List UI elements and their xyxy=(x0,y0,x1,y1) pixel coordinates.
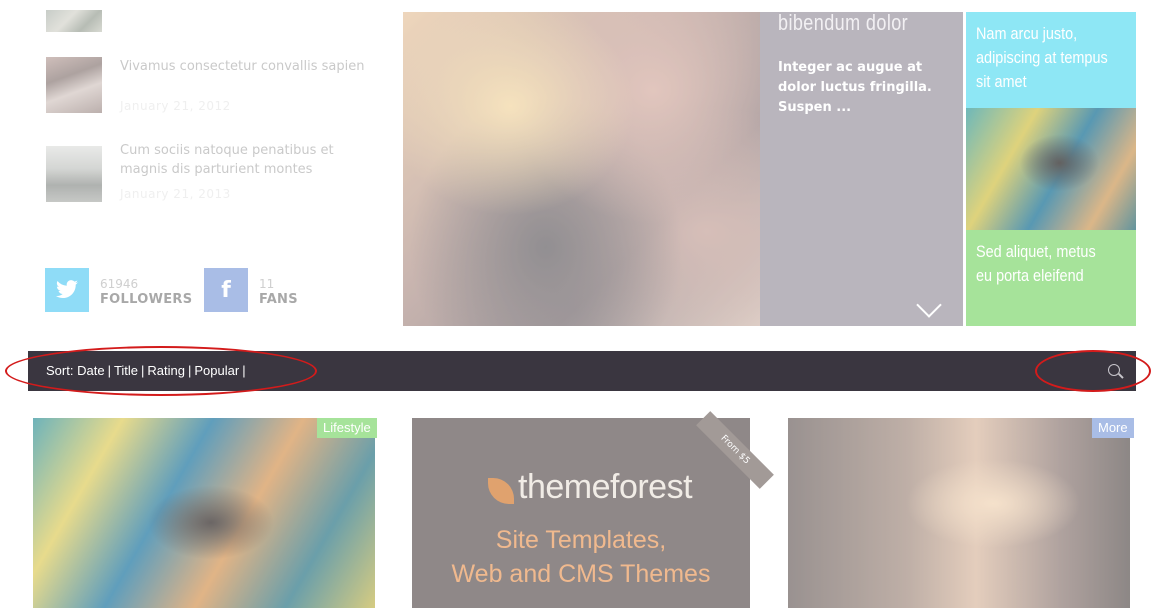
annotation-ellipse-search xyxy=(1035,350,1151,392)
facebook-label: FANS xyxy=(259,292,298,307)
ad-line-2: Web and CMS Themes xyxy=(451,560,711,588)
twitter-counter[interactable]: 61946 FOLLOWERS xyxy=(45,268,195,314)
facebook-counter[interactable]: f 11 FANS xyxy=(204,268,324,314)
post-title[interactable]: Vivamus consectetur convallis sapien xyxy=(120,57,370,76)
post-title[interactable]: Cum sociis natoque penatibus et magnis d… xyxy=(120,141,370,179)
post-thumbnail[interactable] xyxy=(46,146,102,202)
themeforest-brand: themeforest xyxy=(518,468,693,506)
recent-post-item[interactable]: Vivamus consectetur convallis sapien Jan… xyxy=(46,57,366,121)
side-item-title[interactable]: Nam arcu justo, adipiscing at tempus sit… xyxy=(976,22,1108,94)
ad-line-1: Site Templates, xyxy=(495,526,667,554)
featured-excerpt: Integer ac augue at dolor luctus fringil… xyxy=(778,60,932,115)
post-date: January 21, 2013 xyxy=(120,187,231,201)
recent-post-item[interactable]: Cum sociis natoque penatibus et magnis d… xyxy=(46,141,366,205)
featured-caption-panel[interactable]: bibendum dolor Integer ac augue at dolor… xyxy=(760,10,963,326)
featured-side-image[interactable] xyxy=(966,108,1136,230)
category-badge-lifestyle[interactable]: Lifestyle xyxy=(317,418,377,438)
twitter-label: FOLLOWERS xyxy=(100,292,193,307)
annotation-ellipse-sort xyxy=(5,346,317,396)
post-date: January 21, 2012 xyxy=(120,99,231,113)
article-card-image[interactable] xyxy=(788,418,1130,608)
facebook-count: 11 xyxy=(259,277,275,291)
post-thumbnail-partial[interactable] xyxy=(46,10,102,32)
featured-side-item-top[interactable]: Nam arcu justo, adipiscing at tempus sit… xyxy=(966,12,1136,108)
featured-slider-image[interactable] xyxy=(403,12,760,326)
facebook-f-icon[interactable]: f xyxy=(204,268,248,312)
article-card-image[interactable] xyxy=(33,418,375,608)
featured-title[interactable]: bibendum dolor xyxy=(778,10,908,36)
twitter-count: 61946 xyxy=(100,277,139,291)
twitter-bird-icon[interactable] xyxy=(45,268,89,312)
category-badge-more[interactable]: More xyxy=(1092,418,1134,438)
chevron-down-icon[interactable] xyxy=(916,292,942,318)
featured-side-item-bottom[interactable]: Sed aliquet, metus eu porta eleifend xyxy=(966,230,1136,326)
side-item-title[interactable]: Sed aliquet, metus eu porta eleifend xyxy=(976,240,1108,288)
post-thumbnail[interactable] xyxy=(46,57,102,113)
